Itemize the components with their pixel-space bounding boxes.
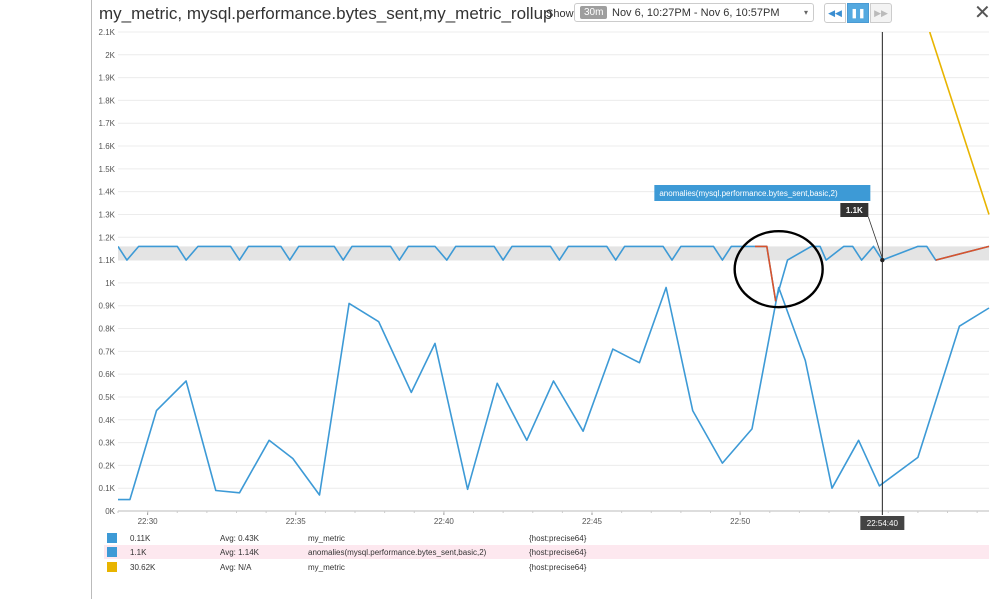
- value-callout-label: 1.1K: [846, 206, 863, 215]
- y-tick-label: 1.4K: [99, 188, 116, 197]
- legend-value: 30.62K: [130, 563, 156, 572]
- y-tick-label: 1.5K: [99, 165, 116, 174]
- y-tick-label: 1.2K: [99, 233, 116, 242]
- crosshair-time-label: 22:54:40: [867, 519, 899, 528]
- legend-row-rollup[interactable]: 30.62K Avg: N/A my_metric {host:precise6…: [104, 560, 989, 574]
- y-tick-label: 0.4K: [99, 416, 116, 425]
- y-tick-label: 0.1K: [99, 484, 116, 493]
- legend-tags: {host:precise64}: [529, 534, 587, 543]
- y-tick-label: 0.5K: [99, 393, 116, 402]
- legend-swatch: [107, 547, 117, 557]
- legend-avg: Avg: 1.14K: [220, 548, 259, 557]
- legend-value: 1.1K: [130, 548, 147, 557]
- chart-gridlines: [118, 31, 989, 512]
- y-tick-label: 0.8K: [99, 325, 116, 334]
- y-tick-label: 1K: [105, 279, 115, 288]
- legend-swatch: [107, 562, 117, 572]
- legend-swatch: [107, 533, 117, 543]
- legend-metric: anomalies(mysql.performance.bytes_sent,b…: [308, 548, 487, 557]
- expected-range-band: [118, 246, 989, 261]
- legend-metric: my_metric: [308, 563, 345, 572]
- chart-series: [118, 32, 990, 501]
- legend-tags: {host:precise64}: [529, 548, 587, 557]
- x-tick-label: 22:30: [138, 517, 159, 526]
- legend-row-anomalies[interactable]: 1.1K Avg: 1.14K anomalies(mysql.performa…: [104, 545, 989, 559]
- y-tick-label: 0.9K: [99, 302, 116, 311]
- y-tick-label: 1.9K: [99, 74, 116, 83]
- y-tick-label: 1.8K: [99, 96, 116, 105]
- legend-row-my-metric[interactable]: 0.11K Avg: 0.43K my_metric {host:precise…: [104, 531, 989, 545]
- y-tick-label: 0.7K: [99, 347, 116, 356]
- x-tick-label: 22:35: [286, 517, 307, 526]
- y-tick-label: 0.2K: [99, 461, 116, 470]
- timeseries-chart[interactable]: 0K 0.1K 0.2K 0.3K 0.4K 0.5K 0.6K 0.7K 0.8K 0.9K 1K…: [0, 0, 1002, 530]
- y-tick-label: 0.6K: [99, 370, 116, 379]
- y-tick-label: 1.6K: [99, 142, 116, 151]
- y-tick-label: 0K: [105, 507, 115, 516]
- x-tick-label: 22:45: [582, 517, 603, 526]
- y-tick-label: 1.3K: [99, 210, 116, 219]
- legend-tags: {host:precise64}: [529, 563, 587, 572]
- y-tick-label: 1.7K: [99, 119, 116, 128]
- legend-avg: Avg: 0.43K: [220, 534, 259, 543]
- legend-metric: my_metric: [308, 534, 345, 543]
- chart-axes: 0K 0.1K 0.2K 0.3K 0.4K 0.5K 0.6K 0.7K 0.8K 0.9K 1K…: [99, 28, 989, 526]
- y-tick-label: 1.1K: [99, 256, 116, 265]
- series-line-0: [118, 286, 990, 501]
- legend-avg: Avg: N/A: [220, 563, 252, 572]
- y-tick-label: 2K: [105, 51, 115, 60]
- annotation-ellipse: [733, 230, 824, 309]
- x-tick-label: 22:50: [730, 517, 751, 526]
- chart-overlay: 22:54:40 1.1K anomalies(mysql.performance.…: [654, 32, 905, 530]
- crosshair-point: [880, 257, 885, 263]
- legend-value: 0.11K: [130, 534, 151, 543]
- anomaly-band: [118, 246, 989, 261]
- x-tick-label: 22:40: [434, 517, 455, 526]
- y-tick-label: 0.3K: [99, 439, 116, 448]
- series-tooltip-label: anomalies(mysql.performance.bytes_sent,b…: [659, 189, 838, 198]
- y-tick-label: 2.1K: [99, 28, 116, 37]
